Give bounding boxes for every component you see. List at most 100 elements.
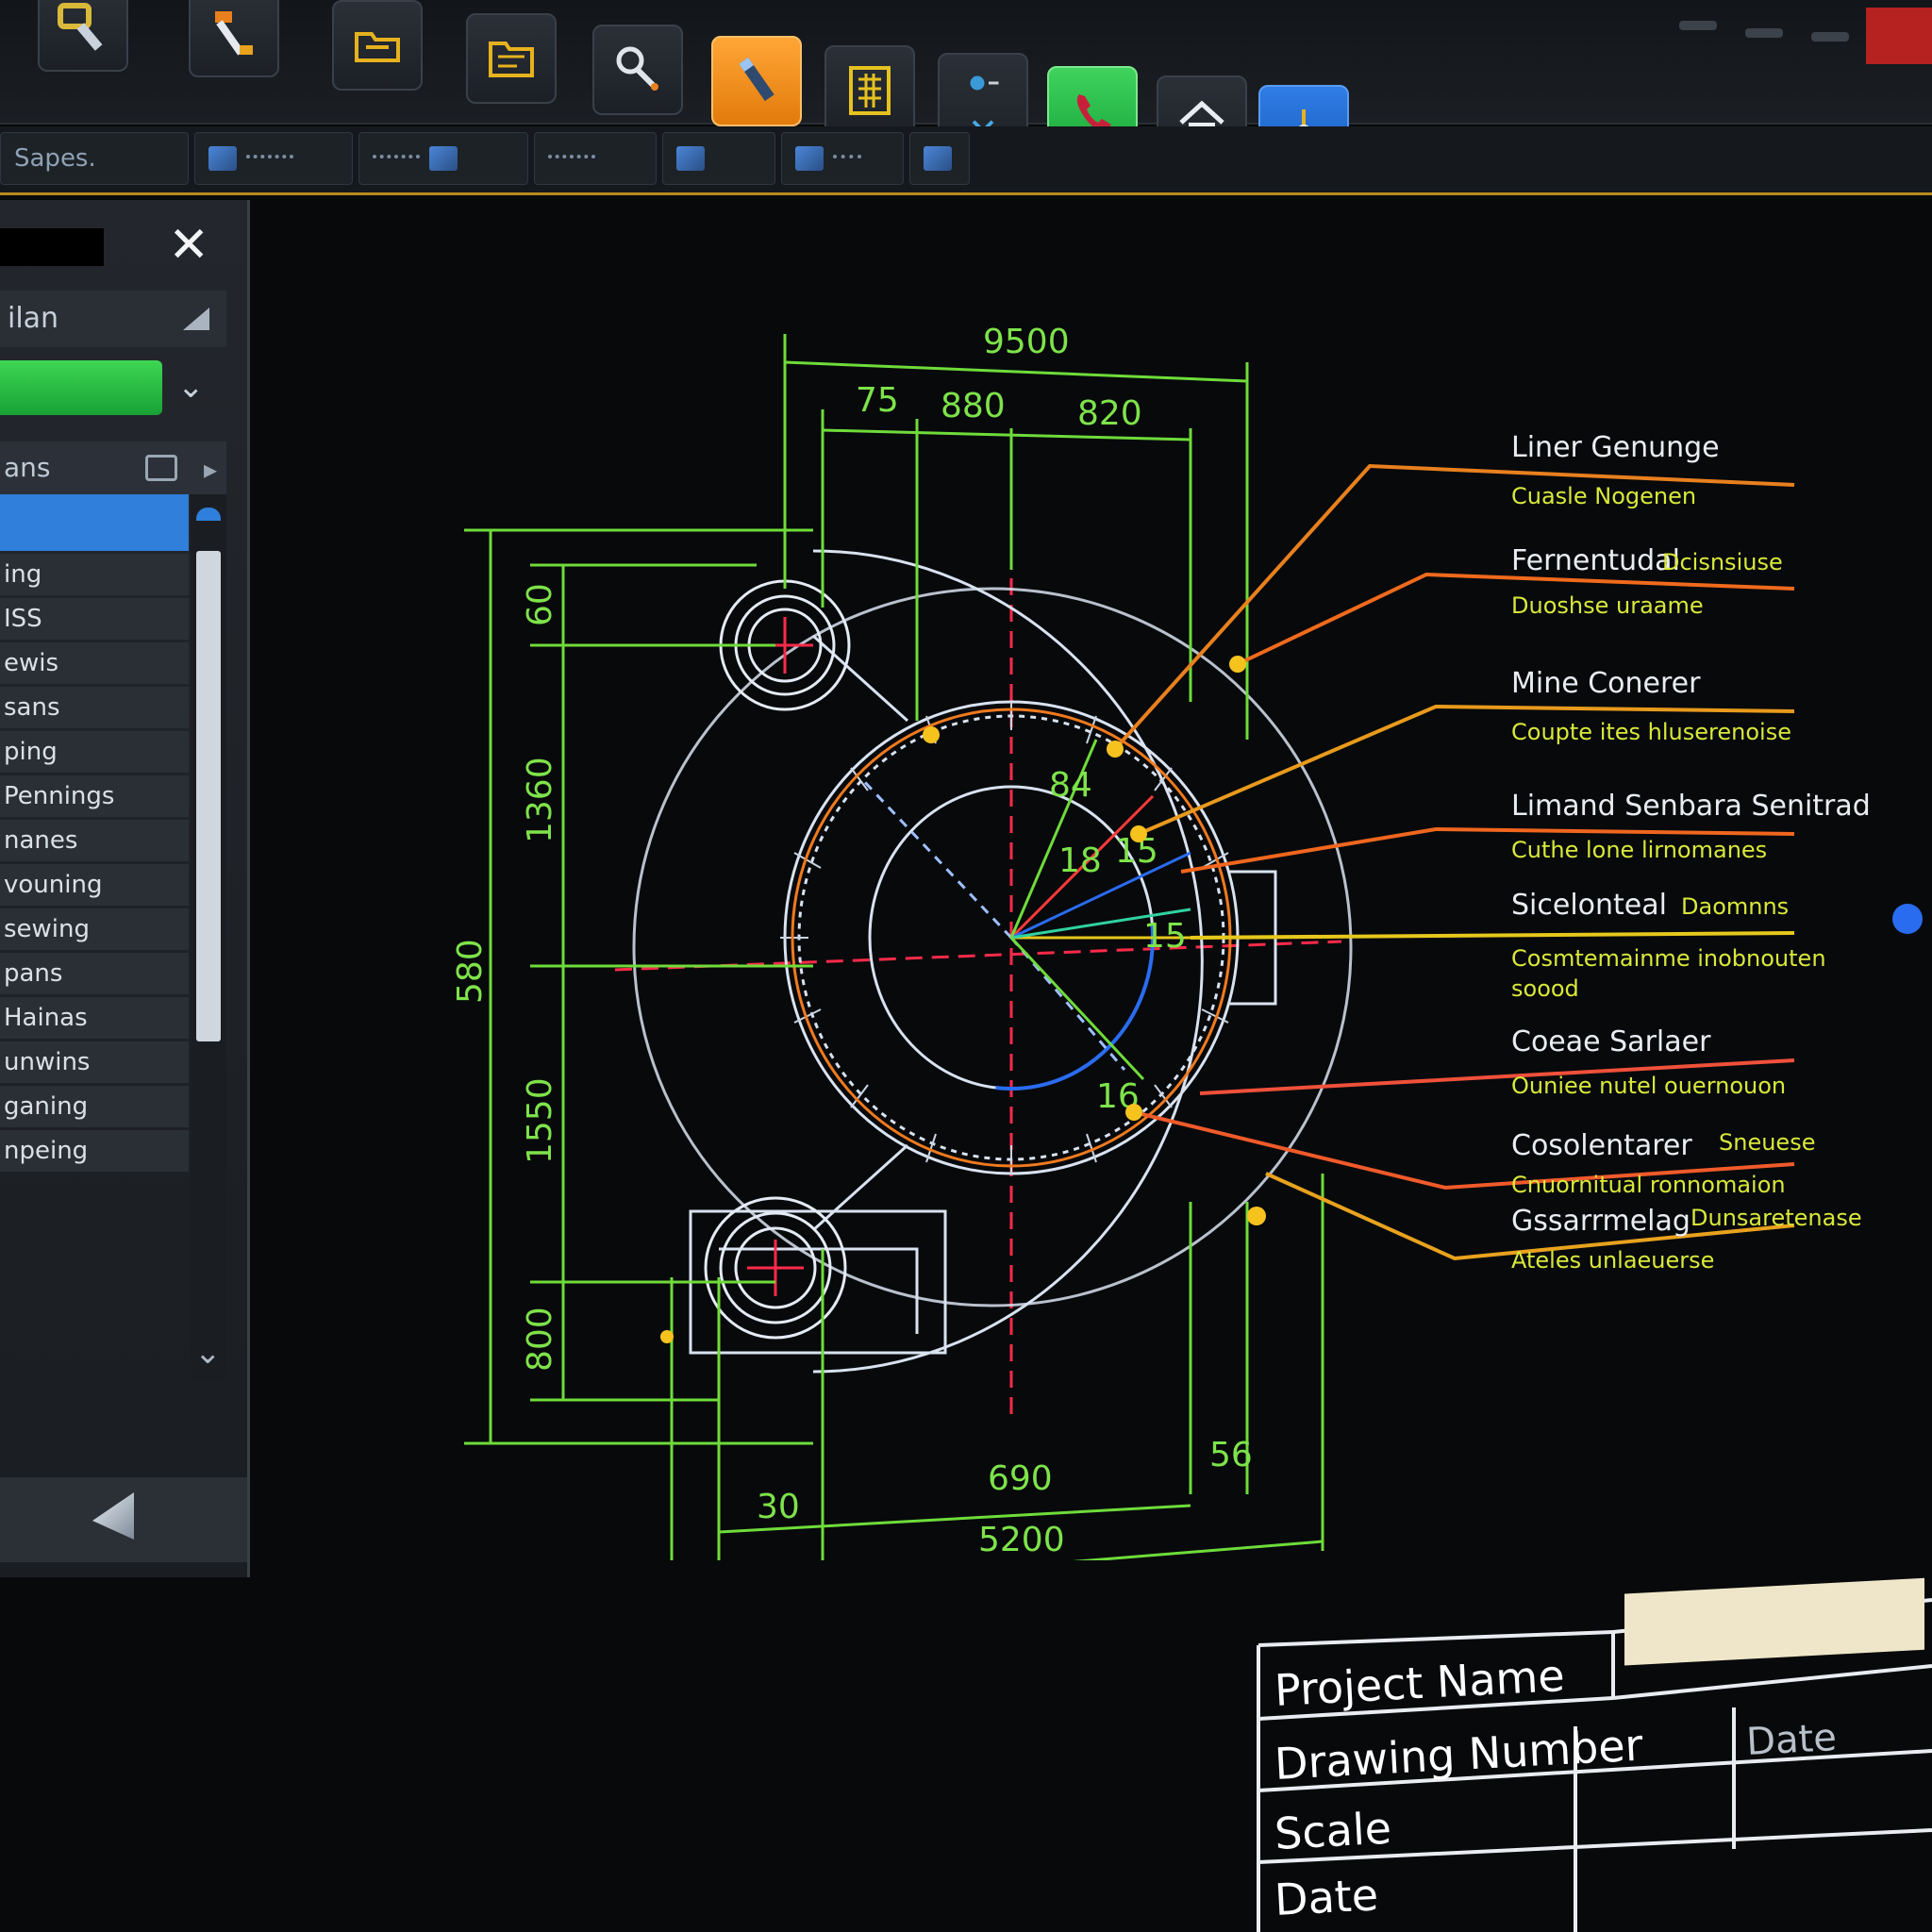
list-item[interactable]: vouning [0,864,189,906]
window-control-extra[interactable] [1811,32,1849,42]
ribbon-tab-shapes[interactable]: Sapes. [0,132,189,185]
dimension-label: 820 [1077,394,1142,433]
chevron-down-icon[interactable]: ⌄ [194,1334,222,1372]
callout-title: Limand Senbara Senitrad [1511,790,1871,823]
layer-list: ing ISS ewis sans ping Pennings nanes vo… [0,494,189,1372]
ribbon-tab-6[interactable] [909,132,970,185]
callout-title-highlight: Daomnns [1681,893,1789,920]
list-item[interactable]: ping [0,731,189,773]
callout-subtitle: Cnuornitual ronnomaion [1511,1172,1786,1198]
date-column-header: Date [1745,1716,1838,1764]
dimension-label: 800 [521,1307,559,1372]
corner-triangle-icon [183,308,209,330]
callout-8[interactable]: Gssarrmelag Dunsaretenase Ateles unlaeue… [1511,1205,1862,1274]
panel-header: ✕ [0,211,247,279]
callout-subtitle: Cuasle Nogenen [1511,483,1696,509]
pencil-icon [739,57,774,102]
ribbon-tab-4[interactable] [662,132,775,185]
toolbar-button-folder-open[interactable] [466,13,557,104]
callout-1[interactable]: Liner Genunge Cuasle Nogenen [1511,431,1720,509]
window-control-minimize[interactable] [1679,21,1717,30]
layer-list-scrollbar[interactable]: ⌄ [191,494,226,1381]
ribbon-tab-label: Sapes. [14,144,96,173]
project-name-field[interactable] [1624,1577,1924,1666]
dimension-lines [464,334,1324,1560]
chevron-right-icon[interactable]: ▸ [204,443,217,496]
scroll-up-arrow[interactable] [196,508,221,521]
list-item[interactable]: unwins [0,1041,189,1083]
layer-icon [208,146,237,171]
ribbon-tab-dots [246,155,293,162]
callout-subtitle: Ouniee nutel ouernouon [1511,1073,1786,1099]
ribbon-tab-dots [373,155,420,162]
close-icon[interactable]: ✕ [168,221,209,270]
ribbon-tab-5[interactable] [781,132,904,185]
callout-4[interactable]: Limand Senbara Senitrad Cuthe lone lirno… [1511,790,1871,863]
toolbar-button-calculator[interactable] [824,45,915,136]
title-block: Project Name Drawing Number Scale Date D… [1257,1577,1932,1932]
ribbon-tab-dots [833,155,861,162]
callout-subtitle: Ateles unlaeuerse [1511,1247,1714,1274]
toolbar-button-clamp[interactable] [38,0,128,72]
list-item[interactable]: ewis [0,642,189,684]
panel-property-row[interactable]: ilan [0,291,226,347]
callout-subtitle: Duoshse uraame [1511,592,1704,619]
layer-color-swatch[interactable] [0,360,162,415]
list-item[interactable]: sans [0,687,189,728]
ribbon-tab-2[interactable] [358,132,528,185]
dimension-label: 75 [856,381,899,420]
layer-list-header[interactable]: ans ▸ [0,441,226,494]
list-item[interactable]: ing [0,554,189,595]
layer-icon [429,146,458,171]
folder-open-icon [489,42,534,77]
window-control-restore[interactable] [1745,28,1783,38]
layer-icon [795,146,824,171]
window-close-button[interactable] [1866,8,1932,64]
calculator-grid-icon [849,66,891,115]
callout-7[interactable]: Cosolentarer Sneuese Cnuornitual ronnoma… [1511,1129,1815,1198]
angle-label: 18 [1058,841,1102,880]
callout-subtitle: soood [1511,975,1579,1002]
toolbar-button-pencil[interactable] [711,36,802,126]
project-name-label: Project Name [1274,1650,1566,1716]
callout-5[interactable]: Sicelonteal Daomnns Cosmtemainme inobnou… [1511,889,1826,1002]
list-view-icon[interactable] [145,455,177,481]
list-item[interactable]: npeing [0,1130,189,1172]
list-item[interactable]: ganing [0,1086,189,1127]
panel-property-label: ilan [8,302,59,335]
toolbar-button-search[interactable] [592,25,683,115]
layer-list-header-label: ans [4,452,51,483]
scrollbar-thumb[interactable] [196,551,221,1041]
list-item[interactable]: Pennings [0,775,189,817]
dimension-label: 56 [1209,1436,1253,1474]
ribbon-tab-1[interactable] [194,132,353,185]
list-item[interactable] [0,494,189,551]
panel-title-field [0,228,104,266]
callout-title: Cosolentarer [1511,1129,1692,1162]
toolbar-button-hammer[interactable] [189,0,279,77]
angle-labels: 84 18 15 15 16 [1049,766,1187,1116]
toolbar-button-folder-link[interactable] [332,0,423,91]
callout-title-highlight: Dcisnsiuse [1662,549,1783,575]
ribbon-tab-3[interactable] [534,132,657,185]
callout-markers [660,656,1266,1343]
list-item[interactable]: pans [0,953,189,994]
callout-3[interactable]: Mine Conerer Coupte ites hluserenoise [1511,667,1791,745]
layers-side-panel: ✕ ilan ⌄ ans ▸ ing ISS ewis sans ping Pe… [0,200,250,1577]
dimension-label: 1360 [521,757,559,843]
callout-title-highlight: Dunsaretenase [1690,1205,1862,1231]
list-item[interactable]: nanes [0,820,189,861]
viewport-nav-icon[interactable] [1892,904,1923,934]
main-toolbar [0,0,1932,179]
list-item[interactable]: Hainas [0,997,189,1039]
angle-label: 84 [1049,766,1092,805]
chevron-down-icon[interactable]: ⌄ [177,368,205,406]
dimension-label: 5200 [978,1521,1065,1559]
layer-icon [924,146,952,171]
list-item[interactable]: sewing [0,908,189,950]
callout-title: Mine Conerer [1511,667,1701,700]
boss-centermarks [747,617,813,1296]
list-item[interactable]: ISS [0,598,189,640]
drawing-canvas[interactable]: 84 18 15 15 16 9500 75 880 820 580 60 13… [247,192,1932,1560]
dimension-label: 1550 [521,1077,559,1164]
